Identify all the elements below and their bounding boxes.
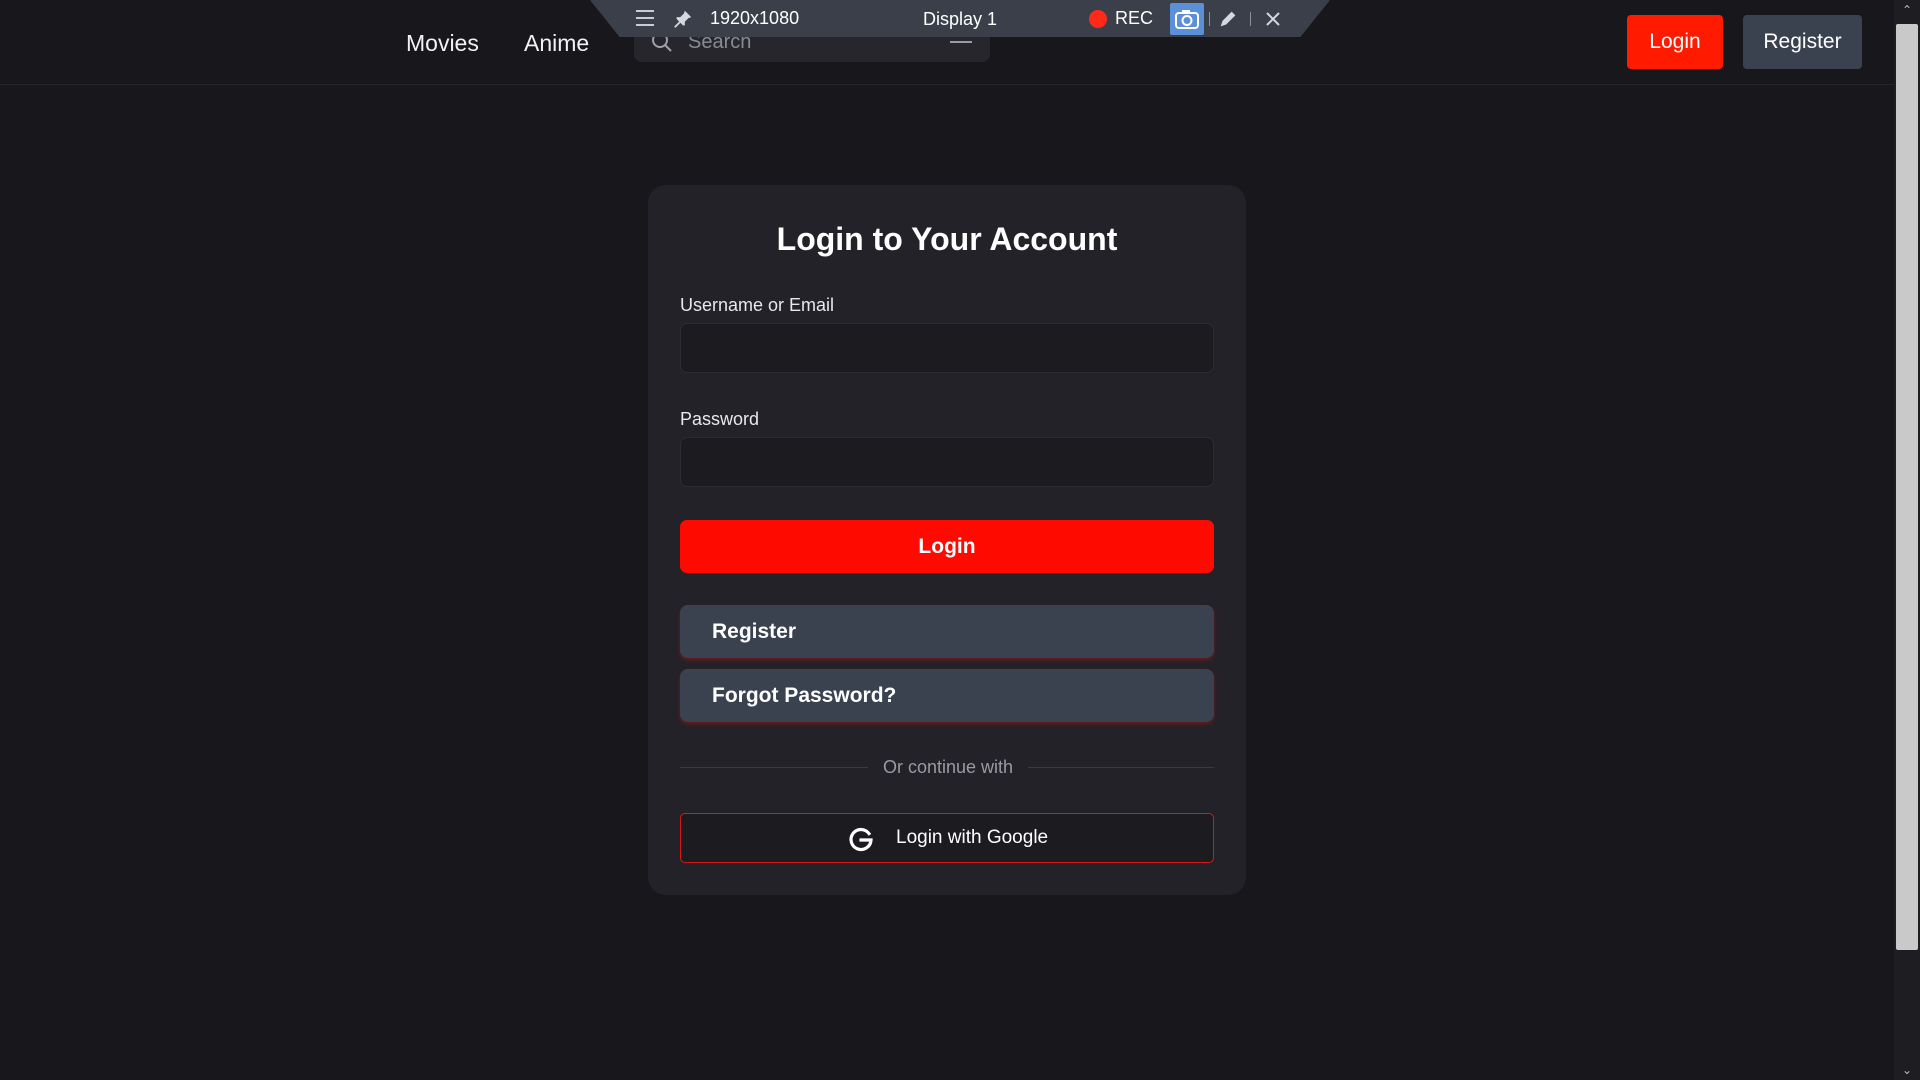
login-title: Login to Your Account [776, 221, 1118, 257]
divider-text: Or continue with [882, 757, 1014, 777]
header-login-button[interactable]: Login [1627, 15, 1723, 69]
nav-link-anime[interactable]: Anime [524, 28, 589, 58]
record-label[interactable]: REC [1115, 8, 1153, 29]
close-icon[interactable] [1263, 9, 1283, 29]
password-input[interactable] [680, 437, 1214, 487]
scrollbar-thumb[interactable] [1896, 24, 1918, 950]
screen-recorder-toolbar: 1920x1080 Display 1 REC [590, 0, 1330, 37]
toolbar-divider [1250, 12, 1251, 26]
chevron-down-icon[interactable]: ⌄ [1894, 1060, 1920, 1080]
record-dot-icon[interactable] [1089, 10, 1107, 28]
password-label: Password [680, 409, 760, 429]
pencil-icon[interactable] [1217, 8, 1239, 30]
username-input[interactable] [680, 323, 1214, 373]
login-submit-button[interactable]: Login [680, 520, 1214, 573]
google-icon [849, 827, 873, 852]
forgot-password-button[interactable]: Forgot Password? [680, 669, 1214, 722]
divider-line [680, 767, 868, 768]
google-login-button[interactable]: Login with Google [680, 813, 1214, 863]
recorder-display-select[interactable]: Display 1 [923, 9, 997, 30]
recorder-resolution: 1920x1080 [710, 8, 800, 28]
page: Movies Anime Login Register 1920x1080 Di… [0, 0, 1920, 1080]
divider-line [1028, 767, 1214, 768]
google-login-label: Login with Google [896, 827, 1049, 848]
menu-icon[interactable] [636, 10, 654, 31]
pin-icon[interactable] [672, 8, 694, 30]
register-button[interactable]: Register [680, 605, 1214, 658]
login-card: Login to Your Account Username or Email … [648, 185, 1246, 895]
nav-link-movies[interactable]: Movies [406, 28, 479, 58]
toolbar-divider [1209, 12, 1210, 26]
username-label: Username or Email [680, 295, 835, 315]
scrollbar[interactable]: ⌃ ⌄ [1894, 0, 1920, 1080]
chevron-up-icon[interactable]: ⌃ [1894, 0, 1920, 20]
header-register-button[interactable]: Register [1743, 15, 1862, 69]
camera-icon[interactable] [1170, 3, 1204, 35]
